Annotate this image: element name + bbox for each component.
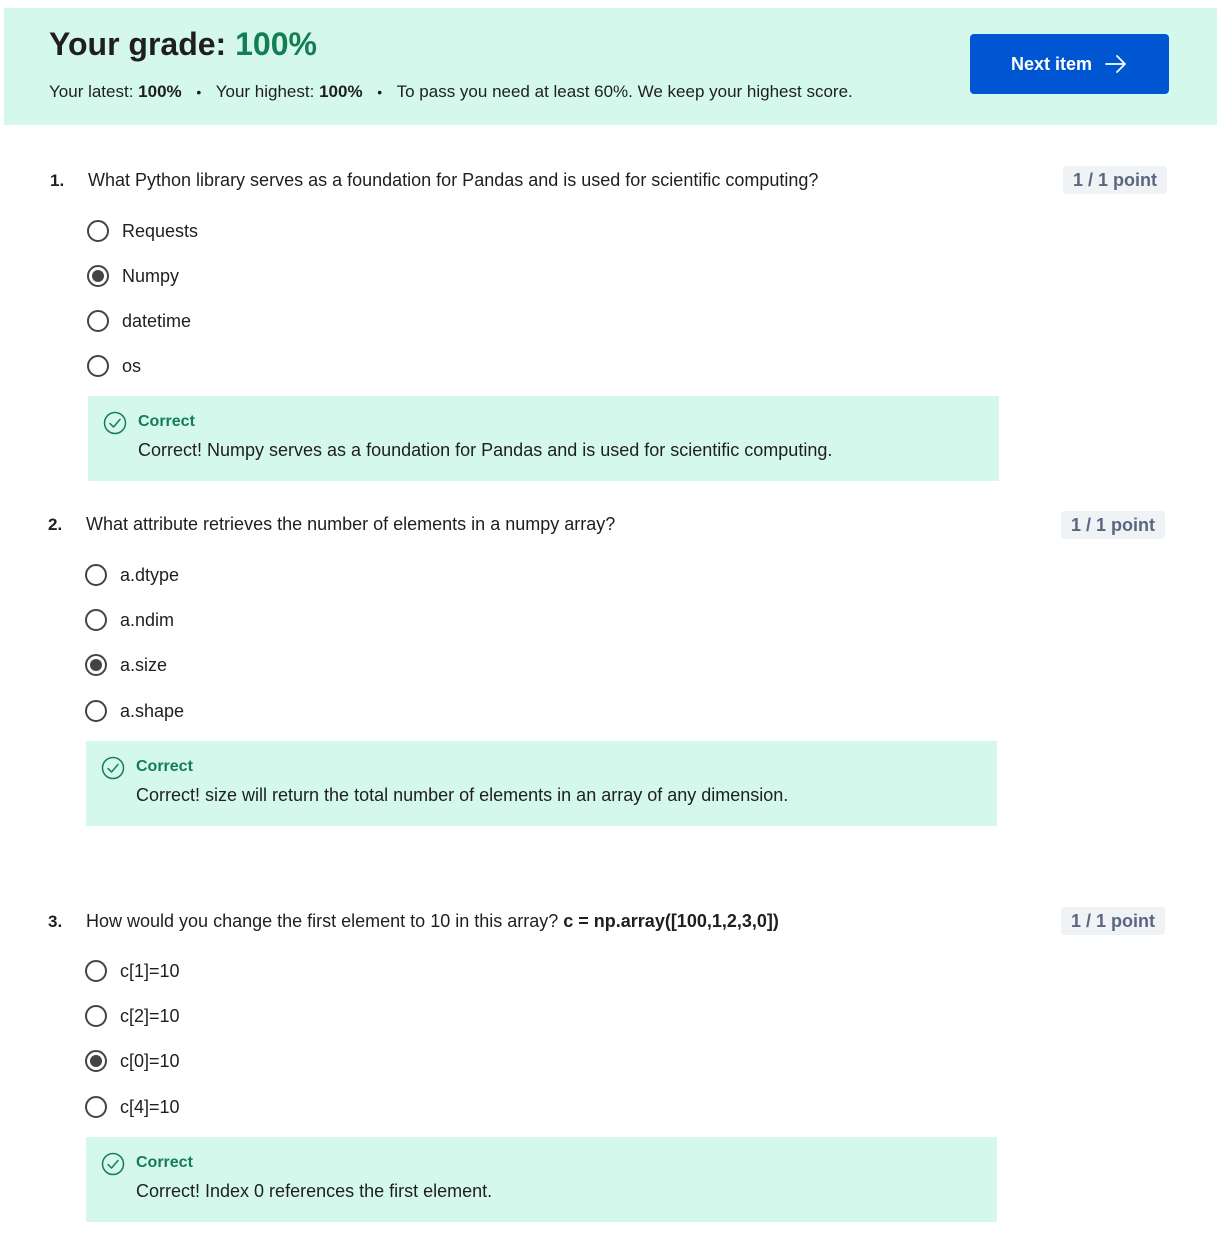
option-label: c[1]=10 [120, 960, 180, 981]
option-label: a.dtype [120, 564, 180, 585]
feedback-box: Correct Correct! Index 0 references the … [86, 1137, 997, 1222]
option-requests[interactable]: Requests [87, 216, 198, 246]
option-datetime[interactable]: datetime [87, 306, 191, 336]
feedback-message: Correct! size will return the total numb… [136, 785, 789, 805]
next-item-label: Next item [1010, 53, 1093, 74]
option-label: a.ndim [120, 609, 175, 630]
option-a-shape[interactable]: a.shape [85, 696, 184, 726]
option-label: c[0]=10 [120, 1050, 180, 1071]
radio-button[interactable] [85, 700, 107, 722]
points-badge: 1 / 1 point [1063, 166, 1168, 194]
feedback-message: Correct! Numpy serves as a foundation fo… [138, 440, 833, 460]
option-numpy[interactable]: Numpy [87, 261, 179, 291]
question-prompt: How would you change the first element t… [86, 911, 564, 931]
radio-button[interactable] [85, 564, 107, 586]
pass-note: To pass you need at least 60%. We keep y… [396, 82, 853, 101]
question-number: 1. [50, 171, 65, 190]
feedback-status: Correct [136, 758, 193, 775]
check-circle-icon [101, 1152, 125, 1181]
option-a-size[interactable]: a.size [85, 650, 167, 680]
radio-button[interactable] [85, 1005, 107, 1027]
option-label: a.shape [120, 700, 185, 721]
question-code: c = np.array([100,1,2,3,0]) [563, 911, 779, 931]
option-label: datetime [122, 310, 192, 331]
separator-dot: • [377, 84, 383, 100]
feedback-status: Correct [136, 1154, 193, 1171]
option-c0[interactable]: c[0]=10 [85, 1046, 180, 1076]
radio-button[interactable] [87, 220, 109, 242]
option-label: os [122, 355, 142, 376]
check-circle-icon [101, 756, 125, 785]
question-prompt: What Python library serves as a foundati… [88, 170, 819, 190]
radio-button[interactable] [87, 355, 109, 377]
arrow-right-icon [1104, 54, 1128, 74]
option-c2[interactable]: c[2]=10 [85, 1001, 180, 1031]
option-a-dtype[interactable]: a.dtype [85, 560, 179, 590]
option-label: a.size [120, 654, 168, 675]
grade-title-prefix: Your grade: [49, 26, 227, 62]
option-c1[interactable]: c[1]=10 [85, 956, 180, 986]
grade-title: Your grade: 100% [49, 26, 317, 63]
feedback-status: Correct [138, 413, 195, 430]
radio-button[interactable] [87, 310, 109, 332]
option-label: c[4]=10 [120, 1096, 180, 1117]
radio-button[interactable] [85, 609, 107, 631]
check-circle-icon [103, 411, 127, 440]
question-text: How would you change the first element t… [86, 911, 779, 932]
radio-button-selected[interactable] [85, 654, 107, 676]
grade-summary: Your latest: 100% • Your highest: 100% •… [49, 82, 853, 102]
option-os[interactable]: os [87, 351, 141, 381]
next-item-button[interactable]: Next item [970, 34, 1169, 94]
grade-banner: Your grade: 100% Your latest: 100% • You… [4, 8, 1217, 125]
question-text: What Python library serves as a foundati… [88, 170, 818, 191]
latest-value: 100% [138, 82, 182, 101]
question-text: What attribute retrieves the number of e… [86, 514, 615, 535]
feedback-box: Correct Correct! size will return the to… [86, 741, 997, 826]
option-a-ndim[interactable]: a.ndim [85, 605, 174, 635]
latest-label: Your latest: [49, 82, 134, 101]
radio-button[interactable] [85, 960, 107, 982]
highest-label: Your highest: [215, 82, 315, 101]
highest-value: 100% [319, 82, 363, 101]
grade-value: 100% [235, 26, 317, 62]
feedback-box: Correct Correct! Numpy serves as a found… [88, 396, 999, 481]
question-number: 3. [48, 912, 63, 931]
option-c4[interactable]: c[4]=10 [85, 1092, 180, 1122]
radio-button[interactable] [85, 1096, 107, 1118]
question-number: 2. [48, 515, 63, 534]
feedback-message: Correct! Index 0 references the first el… [136, 1181, 493, 1201]
option-label: Numpy [122, 265, 180, 286]
option-label: Requests [122, 220, 199, 241]
points-badge: 1 / 1 point [1061, 511, 1166, 539]
separator-dot: • [196, 84, 202, 100]
radio-button-selected[interactable] [85, 1050, 107, 1072]
points-badge: 1 / 1 point [1061, 907, 1166, 935]
option-label: c[2]=10 [120, 1005, 180, 1026]
radio-button-selected[interactable] [87, 265, 109, 287]
question-prompt: What attribute retrieves the number of e… [86, 514, 616, 534]
